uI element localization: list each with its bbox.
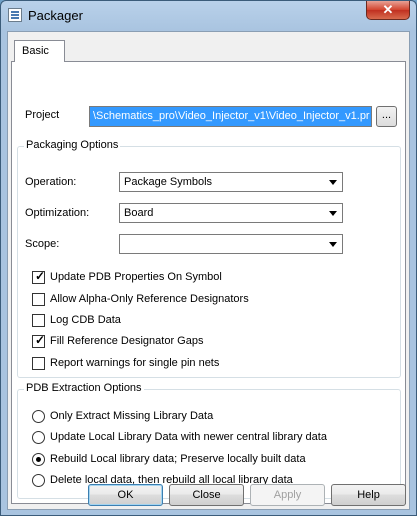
- dialog-client-area: Basic Project \Schematics_pro\Video_Inje…: [7, 31, 410, 510]
- radio-circle[interactable]: [32, 431, 45, 444]
- apply-button[interactable]: Apply: [250, 484, 325, 506]
- checkbox-box[interactable]: ✓: [32, 333, 46, 348]
- title-bar[interactable]: Packager ✕: [1, 1, 416, 31]
- operation-value: Package Symbols: [124, 176, 213, 188]
- checkbox-label: Fill Reference Designator Gaps: [50, 335, 204, 347]
- browse-project-button[interactable]: ...: [376, 106, 397, 127]
- packager-window: Packager ✕ Basic Project \Schematics_pro…: [0, 0, 417, 516]
- optimization-value: Board: [124, 207, 154, 219]
- close-window-button[interactable]: ✕: [366, 1, 410, 20]
- tab-basic[interactable]: Basic: [14, 40, 65, 62]
- radio-circle[interactable]: [32, 474, 45, 487]
- checkbox-box[interactable]: [32, 357, 45, 370]
- checkbox-box[interactable]: ✓: [32, 269, 46, 284]
- window-title: Packager: [28, 8, 83, 23]
- radio-label: Rebuild Local library data; Preserve loc…: [50, 453, 306, 465]
- chevron-down-icon: [325, 174, 341, 190]
- radio-label: Only Extract Missing Library Data: [50, 410, 214, 422]
- checkbox-box[interactable]: [32, 293, 45, 306]
- optimization-label: Optimization:: [25, 207, 90, 219]
- operation-dropdown[interactable]: Package Symbols: [119, 172, 343, 192]
- checkbox-label: Allow Alpha-Only Reference Designators: [50, 293, 249, 305]
- radio-label: Update Local Library Data with newer cen…: [50, 431, 327, 443]
- checkbox-label: Report warnings for single pin nets: [50, 357, 220, 369]
- checkbox-box[interactable]: [32, 314, 45, 327]
- close-button[interactable]: Close: [169, 484, 244, 506]
- scope-dropdown[interactable]: [119, 234, 343, 254]
- radio-circle[interactable]: [32, 453, 45, 466]
- checkmark-icon: ✓: [35, 333, 46, 347]
- checkbox-label: Log CDB Data: [50, 314, 121, 326]
- operation-label: Operation:: [25, 176, 77, 188]
- ok-button[interactable]: OK: [88, 484, 163, 506]
- checkbox-label: Update PDB Properties On Symbol: [50, 271, 222, 283]
- app-icon: [8, 8, 22, 22]
- project-label: Project: [25, 109, 60, 121]
- scope-label: Scope:: [25, 238, 60, 250]
- help-button[interactable]: Help: [331, 484, 406, 506]
- packaging-options-title: Packaging Options: [24, 139, 121, 151]
- optimization-dropdown[interactable]: Board: [119, 203, 343, 223]
- chevron-down-icon: [325, 205, 341, 221]
- checkmark-icon: ✓: [35, 269, 46, 283]
- radio-selected-dot: [36, 457, 41, 462]
- chevron-down-icon: [325, 236, 341, 252]
- basic-tab-panel: Project \Schematics_pro\Video_Injector_v…: [11, 61, 406, 504]
- project-path-field[interactable]: \Schematics_pro\Video_Injector_v1\Video_…: [89, 106, 372, 127]
- radio-circle[interactable]: [32, 410, 45, 423]
- pdb-extraction-options-title: PDB Extraction Options: [24, 382, 144, 394]
